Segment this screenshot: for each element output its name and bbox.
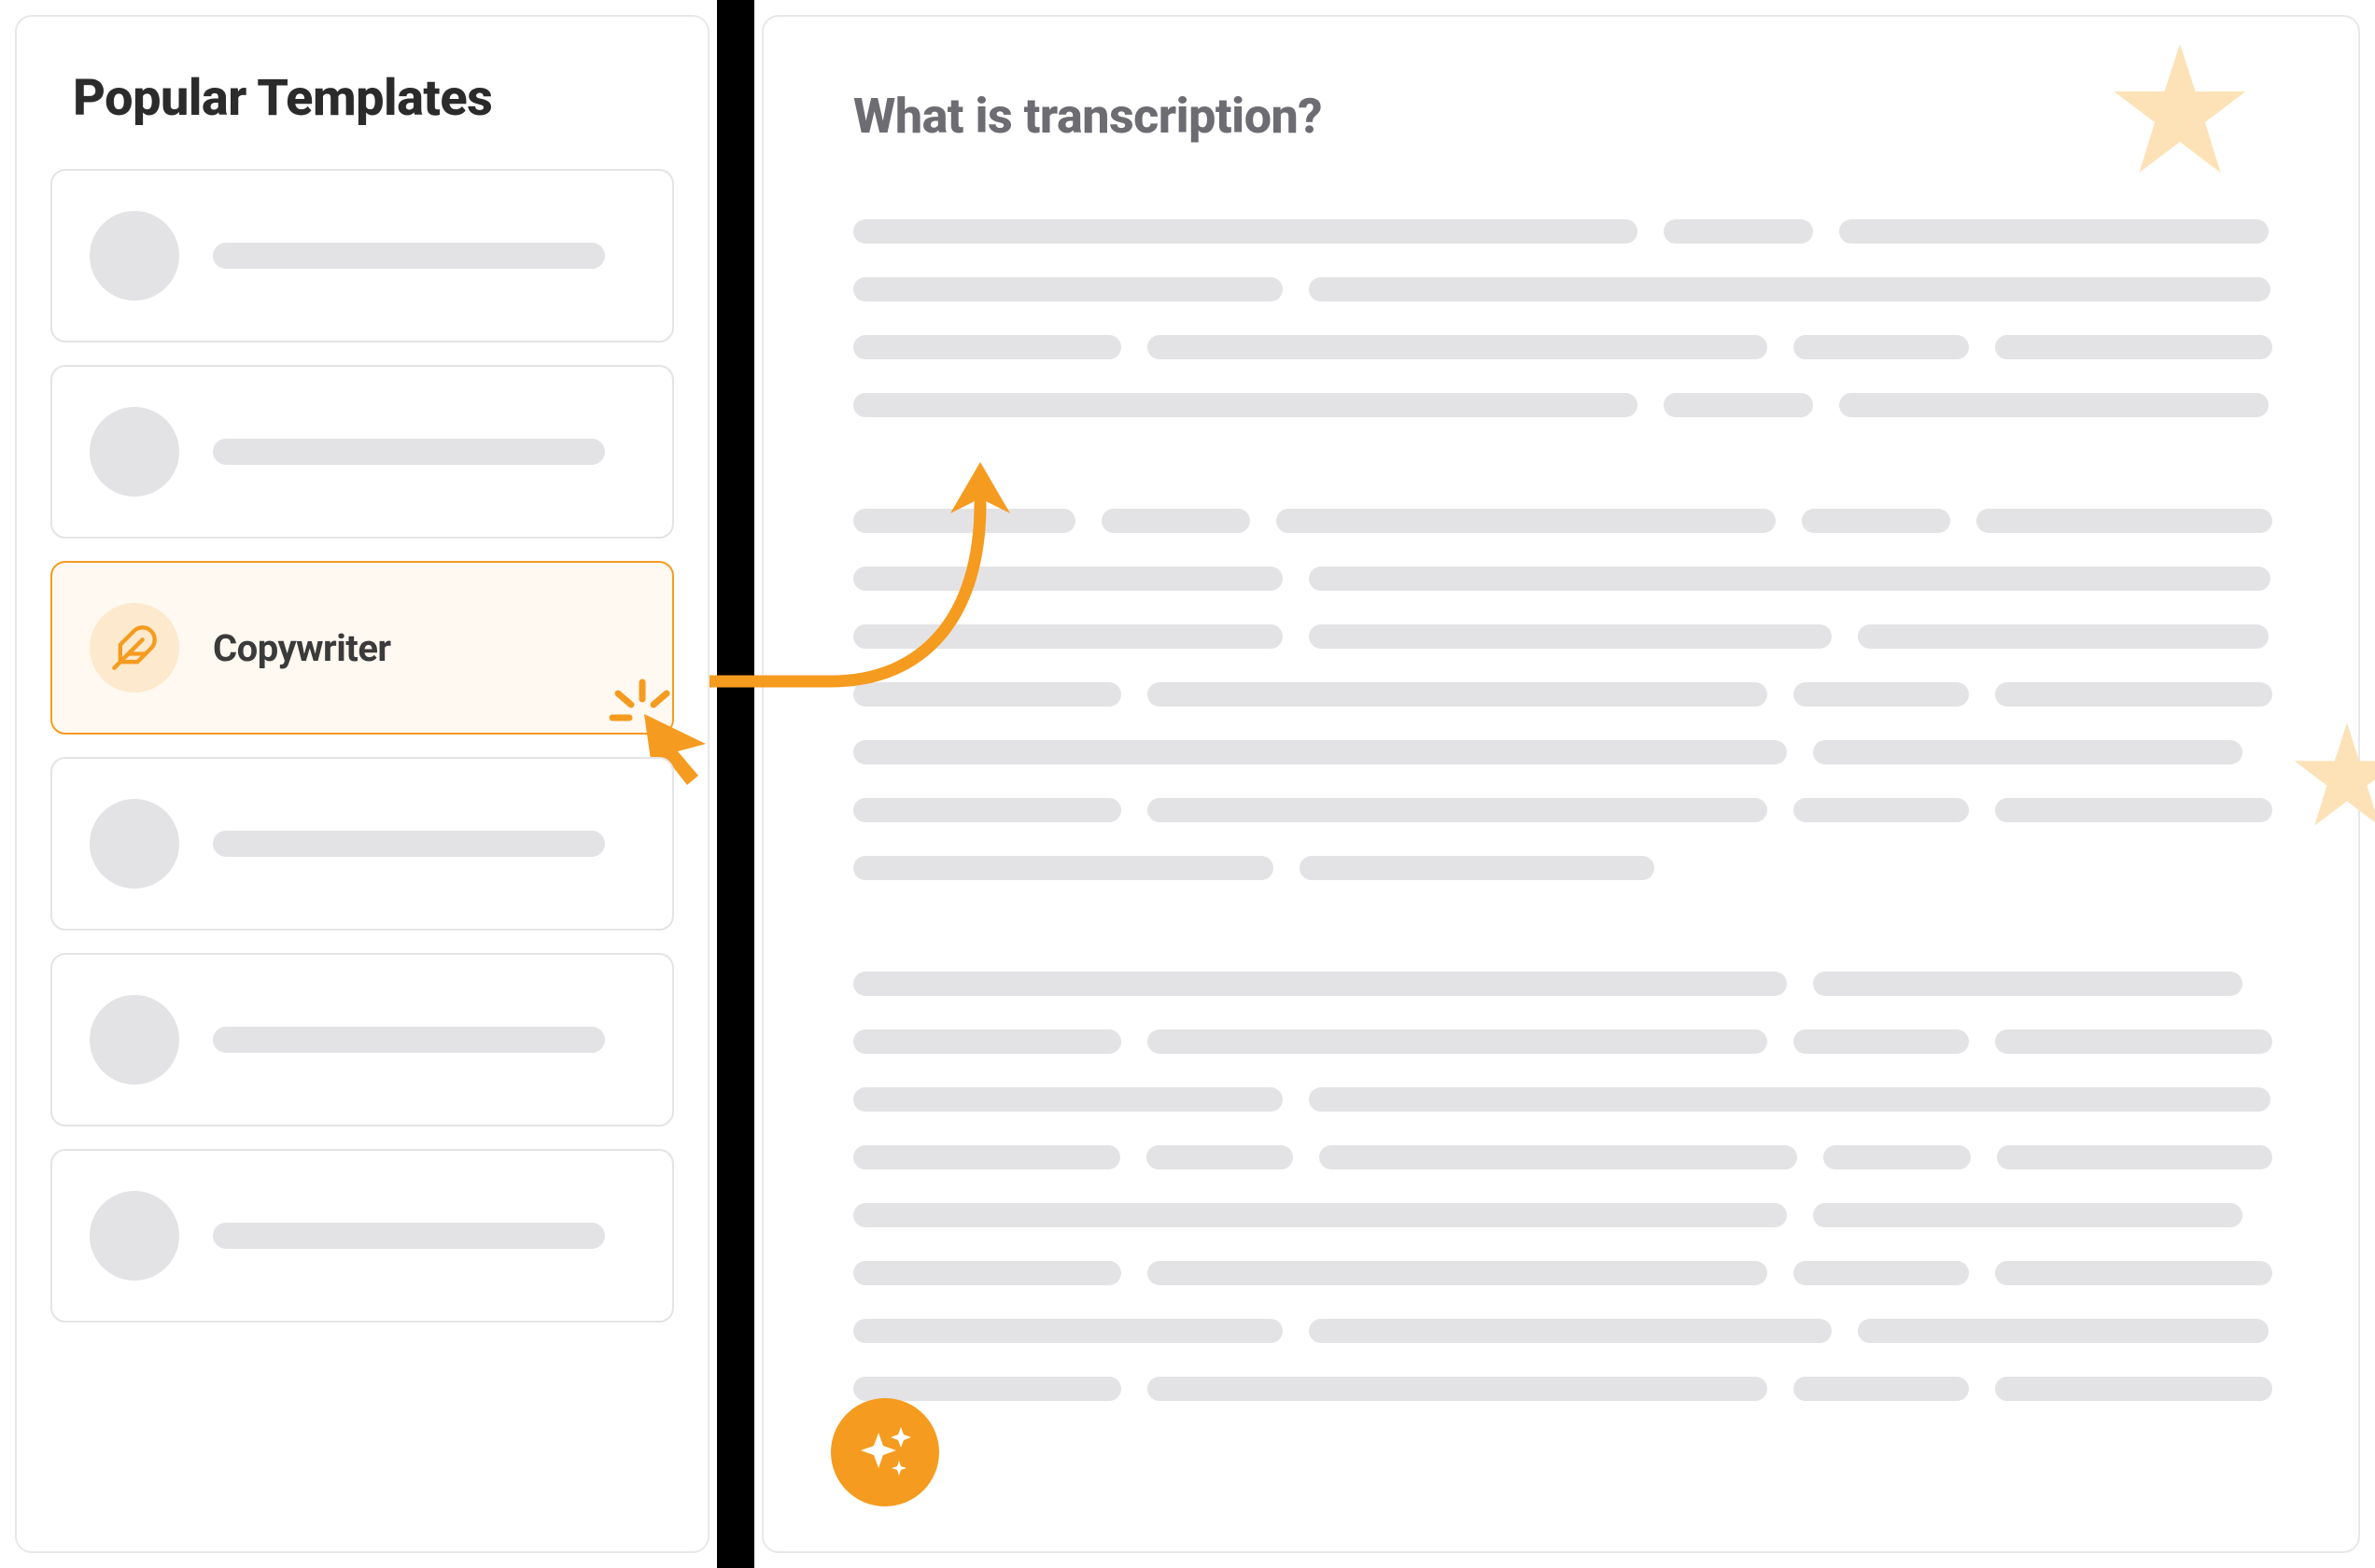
template-item[interactable] <box>50 1149 674 1323</box>
template-icon-placeholder <box>90 1191 179 1281</box>
document-title: What is transcription? <box>853 88 2272 145</box>
template-icon-placeholder <box>90 995 179 1085</box>
star-icon <box>2291 721 2375 833</box>
template-icon-placeholder <box>90 799 179 889</box>
template-label-placeholder <box>213 243 605 269</box>
template-label-placeholder <box>213 831 605 857</box>
template-item[interactable] <box>50 953 674 1127</box>
star-icon <box>2110 41 2250 181</box>
template-label: Copywriter <box>213 626 391 670</box>
template-icon-placeholder <box>90 211 179 301</box>
template-label-placeholder <box>213 1027 605 1053</box>
template-icon-placeholder <box>90 407 179 497</box>
feather-icon <box>90 603 179 693</box>
template-item[interactable] <box>50 365 674 539</box>
document-body-placeholder <box>853 219 2272 1401</box>
sidebar-panel: Popular Templates Copywriter <box>15 15 710 1553</box>
template-item[interactable] <box>50 757 674 931</box>
panel-divider <box>717 0 754 1568</box>
template-label-placeholder <box>213 439 605 465</box>
sidebar-title: Popular Templates <box>73 69 674 128</box>
document-panel: What is transcription? <box>762 15 2360 1553</box>
template-label-placeholder <box>213 1223 605 1249</box>
template-item-copywriter[interactable]: Copywriter <box>50 561 674 735</box>
template-item[interactable] <box>50 169 674 343</box>
template-list: Copywriter <box>50 169 674 1323</box>
sparkles-icon <box>831 1398 939 1506</box>
